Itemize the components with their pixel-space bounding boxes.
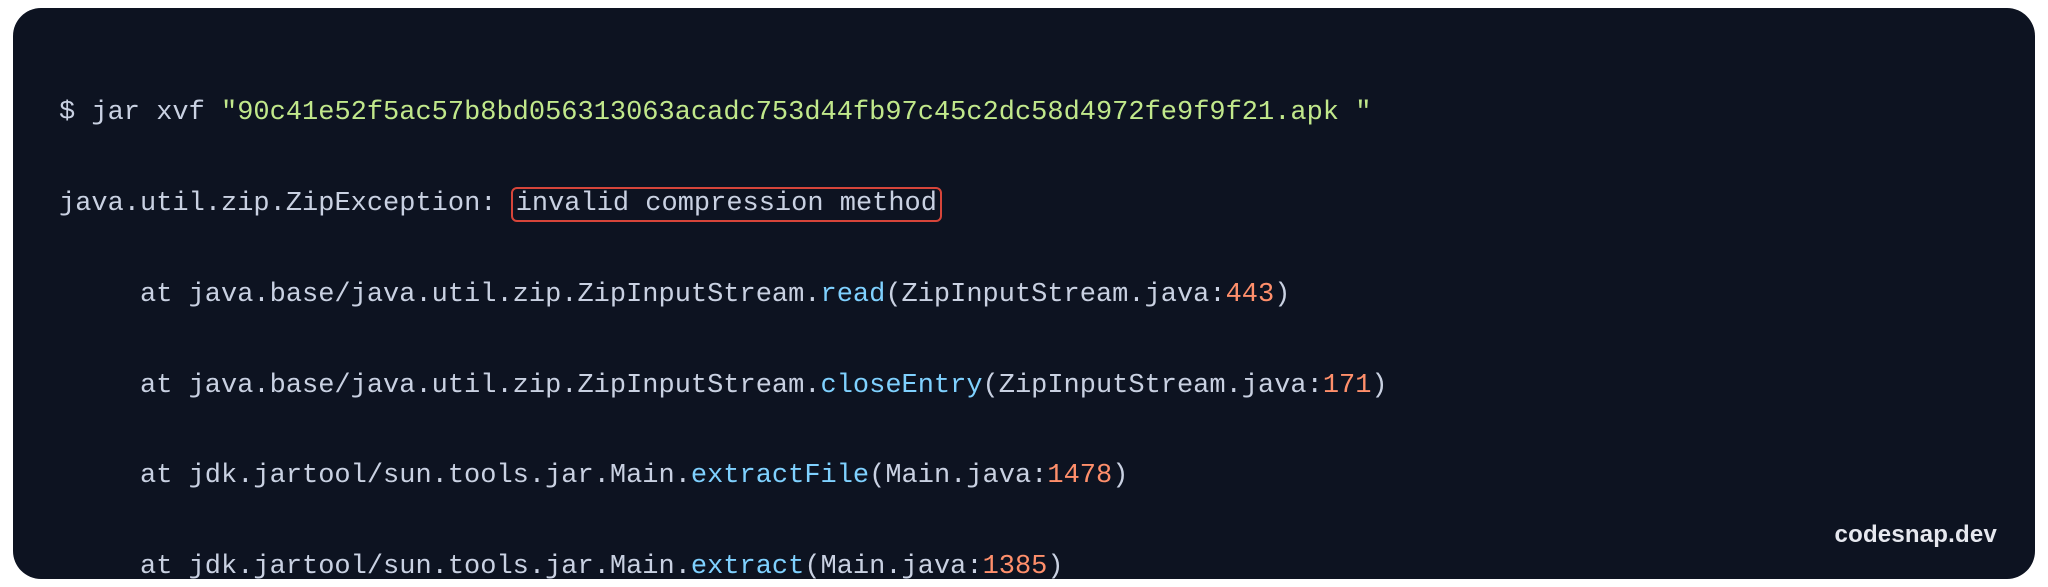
- frame-method: extract: [691, 552, 804, 582]
- colon-sep: :: [1209, 280, 1225, 310]
- stack-frame: at jdk.jartool/sun.tools.jar.Main.extrac…: [59, 545, 2015, 587]
- paren-open: (: [804, 552, 820, 582]
- exception-class: java.util.zip.ZipException: [59, 189, 480, 219]
- at-keyword: at: [140, 461, 189, 491]
- frame-line: 443: [1226, 280, 1275, 310]
- frame-qualifier: java.base/java.util.zip.ZipInputStream.: [189, 280, 821, 310]
- exception-line: java.util.zip.ZipException: invalid comp…: [59, 182, 2015, 227]
- frame-line: 171: [1323, 371, 1372, 401]
- colon: :: [480, 189, 512, 219]
- colon-sep: :: [1307, 371, 1323, 401]
- colon-sep: :: [1031, 461, 1047, 491]
- watermark-label: codesnap.dev: [1835, 515, 1997, 555]
- paren-close: ): [1371, 371, 1387, 401]
- paren-close: ): [1112, 461, 1128, 491]
- frame-qualifier: jdk.jartool/sun.tools.jar.Main.: [189, 461, 691, 491]
- frame-file: ZipInputStream.java: [902, 280, 1210, 310]
- frame-line: 1478: [1047, 461, 1112, 491]
- frame-qualifier: java.base/java.util.zip.ZipInputStream.: [189, 371, 821, 401]
- stack-frame: at java.base/java.util.zip.ZipInputStrea…: [59, 364, 2015, 409]
- command-verb: jar xvf: [91, 98, 221, 128]
- frame-qualifier: jdk.jartool/sun.tools.jar.Main.: [189, 552, 691, 582]
- command-line: $ jar xvf "90c41e52f5ac57b8bd056313063ac…: [59, 91, 2015, 136]
- paren-open: (: [869, 461, 885, 491]
- stack-frame: at jdk.jartool/sun.tools.jar.Main.extrac…: [59, 454, 2015, 499]
- stack-frame: at java.base/java.util.zip.ZipInputStrea…: [59, 273, 2015, 318]
- frame-method: closeEntry: [821, 371, 983, 401]
- frame-file: Main.java: [821, 552, 967, 582]
- paren-close: ): [1274, 280, 1290, 310]
- command-argument: "90c41e52f5ac57b8bd056313063acadc753d44f…: [221, 98, 1371, 128]
- frame-file: Main.java: [885, 461, 1031, 491]
- at-keyword: at: [140, 280, 189, 310]
- colon-sep: :: [966, 552, 982, 582]
- at-keyword: at: [140, 552, 189, 582]
- prompt-symbol: $: [59, 98, 91, 128]
- exception-message: invalid compression method: [516, 189, 937, 219]
- error-highlight-box: invalid compression method: [511, 187, 942, 222]
- code-snippet-terminal: $ jar xvf "90c41e52f5ac57b8bd056313063ac…: [13, 8, 2035, 579]
- frame-file: ZipInputStream.java: [999, 371, 1307, 401]
- at-keyword: at: [140, 371, 189, 401]
- paren-open: (: [885, 280, 901, 310]
- paren-close: ): [1047, 552, 1063, 582]
- paren-open: (: [983, 371, 999, 401]
- frame-method: read: [821, 280, 886, 310]
- frame-line: 1385: [983, 552, 1048, 582]
- frame-method: extractFile: [691, 461, 869, 491]
